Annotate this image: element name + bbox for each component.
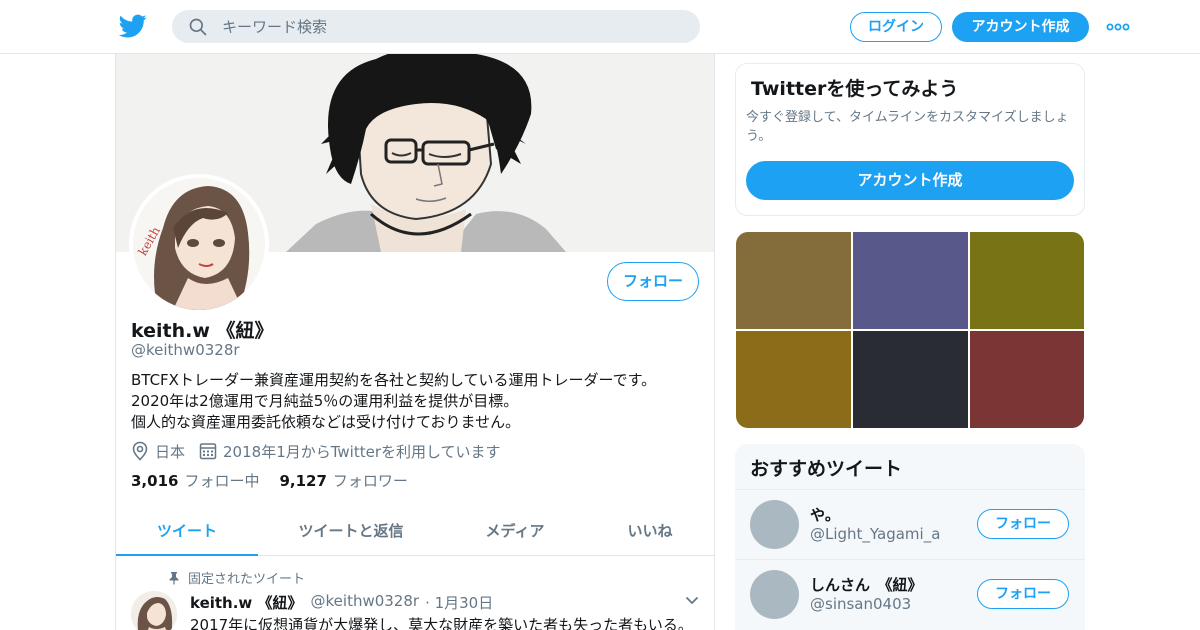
recommended-user-name[interactable]: や。: [810, 504, 840, 525]
recommended-user-avatar[interactable]: [750, 570, 799, 619]
profile-avatar[interactable]: keith: [129, 174, 269, 314]
following-label: フォロー中: [184, 472, 260, 490]
profile-name: keith.w 《紐》: [131, 320, 274, 342]
signup-button[interactable]: アカウント作成: [952, 12, 1089, 42]
tab-tweets-and-replies[interactable]: ツイートと返信: [258, 506, 444, 556]
tweet-avatar-illustration: [131, 591, 177, 630]
recommended-follow-button[interactable]: フォロー: [977, 509, 1069, 539]
recommended-user[interactable]: しんさん 《紐》 @sinsan0403 フォロー: [735, 559, 1085, 628]
profile-joined-date: 2018年1月からTwitterを利用しています: [223, 442, 501, 461]
recommended-user-handle[interactable]: @sinsan0403: [810, 595, 911, 613]
pin-icon: [169, 571, 179, 584]
following-count: 3,016: [131, 472, 179, 490]
profile-meta: 日本 2018年1月からTwitterを利用しています: [131, 440, 501, 462]
follow-counts: 3,016 フォロー中 9,127 フォロワー: [131, 470, 428, 491]
signup-card: Twitterを使ってみよう 今すぐ登録して、タイムラインをカスタマイズしましょ…: [735, 63, 1085, 216]
recommended-user-handle[interactable]: @Light_Yagami_a: [810, 525, 940, 543]
tab-tweets[interactable]: ツイート: [116, 506, 258, 556]
tweet-author-handle[interactable]: @keithw0328r: [311, 592, 420, 613]
profile-location: 日本: [155, 442, 186, 461]
media-tile[interactable]: [970, 331, 1084, 428]
profile-handle[interactable]: @keithw0328r: [131, 341, 240, 359]
recommended-follow-button[interactable]: フォロー: [977, 579, 1069, 609]
bio-line: BTCFXトレーダー兼資産運用契約を各社と契約している運用トレーダーです。: [131, 371, 657, 389]
search-input[interactable]: [222, 10, 682, 43]
profile-bio: BTCFXトレーダー兼資産運用契約を各社と契約している運用トレーダーです。 20…: [131, 370, 701, 433]
tweet-header: keith.w 《紐》 @keithw0328r · 1月30日: [190, 592, 493, 613]
chevron-down-icon[interactable]: [684, 592, 700, 608]
login-button[interactable]: ログイン: [850, 12, 942, 42]
signup-card-button[interactable]: アカウント作成: [746, 161, 1074, 200]
calendar-icon: [199, 443, 217, 460]
more-dots-icon[interactable]: [1106, 18, 1130, 36]
tweet-text: 2017年に仮想通貨が大爆発し、莫大な財産を築いた者も失った者もいる。: [190, 616, 693, 630]
media-tile[interactable]: [736, 331, 851, 428]
twitter-bird-icon[interactable]: [118, 12, 148, 40]
bio-line: 2020年は2億運用で月純益5％の運用利益を提供が目標。: [131, 392, 519, 410]
media-tile[interactable]: [970, 232, 1084, 329]
tab-likes[interactable]: いいね: [586, 506, 714, 556]
tweet-author-avatar[interactable]: [131, 591, 177, 630]
location-pin-icon: [132, 441, 148, 461]
followers-label: フォロワー: [332, 472, 408, 490]
bio-line: 個人的な資産運用委託依頼などは受け付けておりません。: [131, 413, 521, 431]
signup-card-description: 今すぐ登録して、タイムラインをカスタマイズしましょう。: [746, 110, 1069, 144]
recommended-tweets-panel: おすすめツイート や。 @Light_Yagami_a フォロー しんさん 《紐…: [735, 444, 1085, 630]
tab-media[interactable]: メディア: [444, 506, 586, 556]
search-icon: [189, 18, 207, 36]
media-tile[interactable]: [736, 232, 851, 329]
tweet-author-name[interactable]: keith.w 《紐》: [190, 592, 303, 613]
profile-tabs: ツイート ツイートと返信 メディア いいね: [116, 506, 714, 556]
recommended-user-avatar[interactable]: [750, 500, 799, 549]
media-grid: [736, 232, 1084, 428]
profile-column: keith フォロー keith.w 《紐》 @keithw0328r BTCF…: [115, 54, 715, 630]
recommended-title: おすすめツイート: [750, 458, 903, 480]
search-box[interactable]: [172, 10, 700, 43]
top-navigation-bar: ログイン アカウント作成: [0, 0, 1200, 54]
recommended-user[interactable]: や。 @Light_Yagami_a フォロー: [735, 489, 1085, 558]
avatar-illustration: keith: [133, 178, 265, 310]
tweet-date[interactable]: · 1月30日: [425, 592, 493, 613]
follow-button[interactable]: フォロー: [607, 262, 699, 301]
followers-count: 9,127: [279, 472, 327, 490]
recommended-user-name[interactable]: しんさん 《紐》: [810, 574, 923, 595]
media-tile[interactable]: [853, 232, 968, 329]
signup-card-title: Twitterを使ってみよう: [751, 78, 959, 100]
pinned-label: 固定されたツイート: [168, 568, 305, 587]
followers-link[interactable]: 9,127 フォロワー: [279, 470, 407, 491]
media-tile[interactable]: [853, 331, 968, 428]
following-link[interactable]: 3,016 フォロー中: [131, 470, 259, 491]
pinned-label-text: 固定されたツイート: [188, 572, 306, 587]
